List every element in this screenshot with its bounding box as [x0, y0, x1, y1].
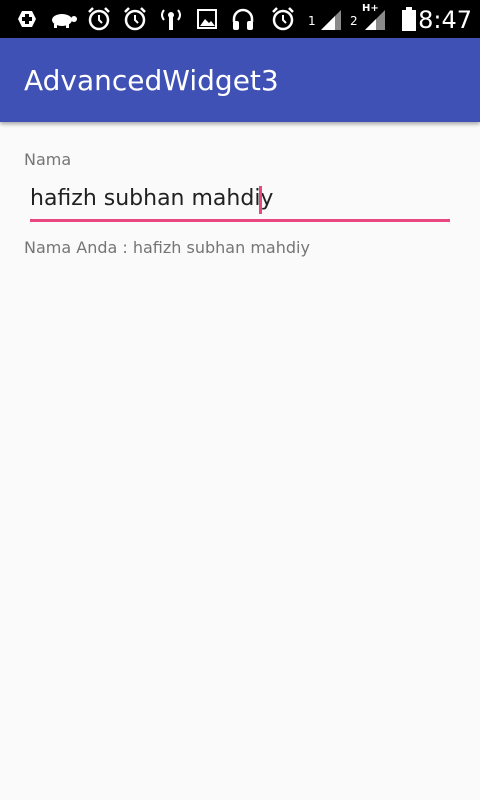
sim1-label: 1 — [308, 14, 316, 28]
clock: 8:47 — [418, 6, 472, 34]
alarm-icon — [270, 6, 296, 32]
add-icon — [14, 6, 40, 32]
status-bar: 1 2 H+ 8:47 — [0, 0, 480, 38]
app-bar: AdvancedWidget3 — [0, 38, 480, 122]
sim2-label: 2 — [350, 14, 358, 28]
turtle-icon — [48, 6, 78, 32]
headphones-icon — [230, 6, 256, 32]
name-input[interactable] — [30, 178, 450, 218]
main-content: Nama Nama Anda : hafizh subhan mahdiy — [0, 122, 480, 800]
name-result-text: Nama Anda : hafizh subhan mahdiy — [24, 238, 310, 257]
name-field-label: Nama — [24, 150, 72, 169]
name-input-container[interactable] — [30, 178, 450, 222]
text-cursor — [259, 186, 262, 214]
signal-icon — [318, 6, 344, 32]
wireless-signal-icon — [158, 6, 184, 32]
alarm-icon — [86, 6, 112, 32]
app-title: AdvancedWidget3 — [24, 64, 279, 97]
signal-icon — [362, 6, 388, 32]
image-icon — [194, 6, 220, 32]
alarm-icon — [122, 6, 148, 32]
